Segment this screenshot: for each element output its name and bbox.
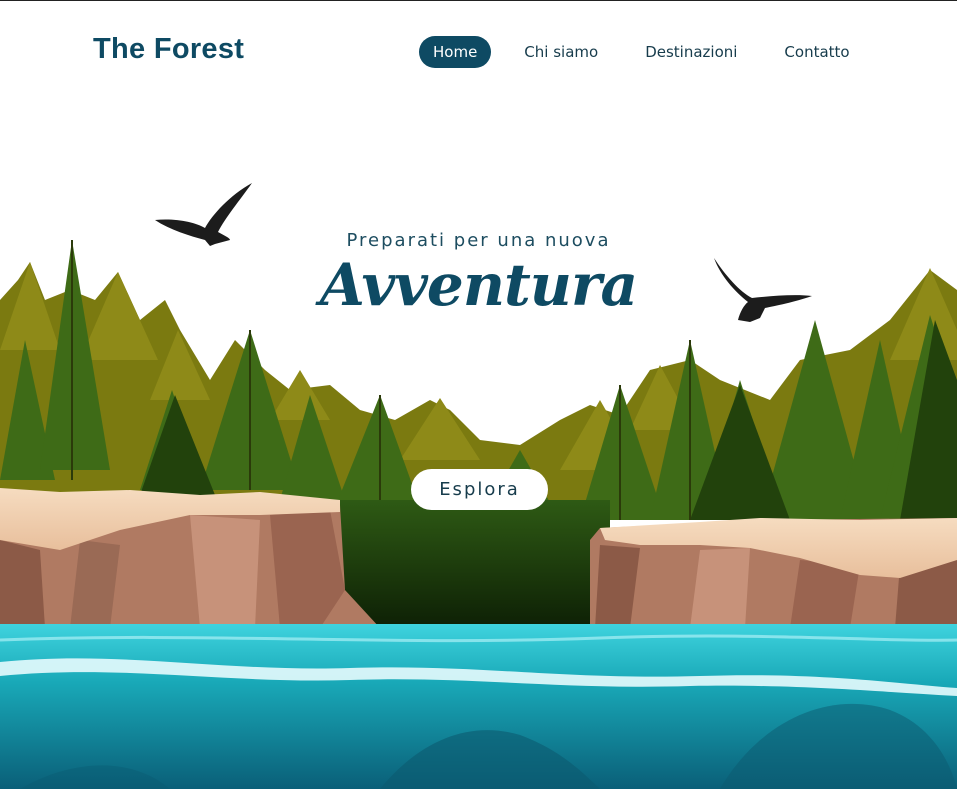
site-header: The Forest Home Chi siamo Destinazioni C… [0,0,957,100]
site-logo[interactable]: The Forest [93,33,244,66]
nav-home[interactable]: Home [419,36,492,68]
hero-text: Preparati per una nuova Avventura [0,230,957,321]
left-cliff [0,488,380,628]
forest-landscape-illustration [0,183,957,789]
nav-destinazioni[interactable]: Destinazioni [631,36,751,68]
nav-chi-siamo[interactable]: Chi siamo [510,36,612,68]
main-nav: Home Chi siamo Destinazioni Contatto [419,36,883,68]
nav-contatto[interactable]: Contatto [770,36,863,68]
forest-gap [330,500,610,630]
right-cliff [590,518,957,628]
explore-button[interactable]: Esplora [411,469,548,510]
hero-kicker: Preparati per una nuova [346,230,611,251]
hero-headline: Avventura [319,251,638,319]
